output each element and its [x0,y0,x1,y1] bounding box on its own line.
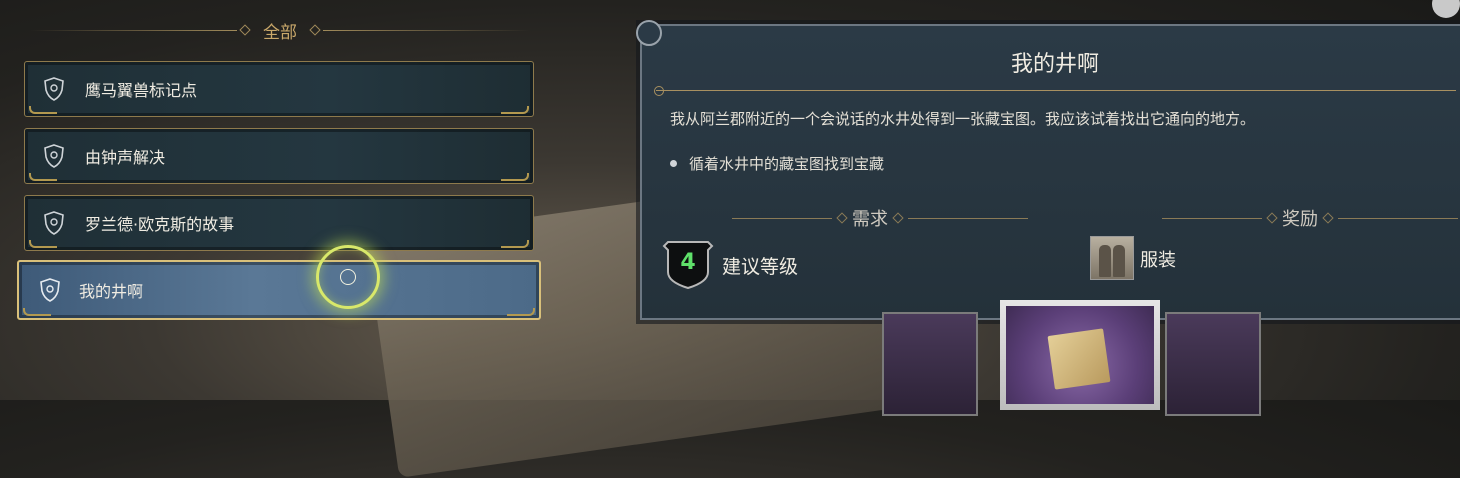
heading-ornament [1322,212,1334,224]
top-arrow-icon [1432,0,1460,18]
objective-bullet-icon [670,160,677,167]
shield-icon [43,77,65,101]
header-ornament-right [309,24,321,36]
card-face [1006,306,1154,404]
list-header: 全部 [30,16,530,44]
frame-corner-ornament [29,173,57,181]
frame-corner-ornament [501,106,529,114]
objective-text: 循着水井中的藏宝图找到宝藏 [689,155,885,173]
requirements-heading: 需求 [732,206,1028,230]
quest-item-label: 由钟声解决 [85,148,166,167]
frame-corner-ornament [29,106,57,114]
quest-item-tale-of-rowland-oakes[interactable]: 罗兰德·欧克斯的故事 [24,195,534,251]
quest-item-label: 鹰马翼兽标记点 [85,81,198,100]
cursor-ring-icon [316,245,380,309]
shield-icon [43,211,65,235]
heading-ornament [836,212,848,224]
quest-objective: 循着水井中的藏宝图找到宝藏 [670,153,884,174]
heading-divider [732,217,832,219]
outfit-figure-icon [1099,245,1111,277]
quest-item-hippogriff-markers[interactable]: 鹰马翼兽标记点 [24,61,534,117]
header-divider-right [323,29,530,31]
heading-divider [1162,217,1262,219]
card-right [1165,312,1261,416]
quest-title: 我的井啊 [1010,52,1099,77]
frame-corner-ornament [23,308,51,316]
quest-description: 我从阿兰郡附近的一个会说话的水井处得到一张藏宝图。我应该试着找出它通向的地方。 [670,110,1256,128]
reward-label: 服装 [1140,250,1176,271]
quest-item-label: 罗兰德·欧克斯的故事 [85,215,235,234]
quest-item-label: 我的井啊 [79,282,144,301]
frame-corner-ornament [29,240,57,248]
outfit-figure-icon [1113,245,1125,277]
cursor-center-icon [340,269,356,285]
treasure-map-icon [1047,328,1111,390]
rewards-heading: 奖励 [1162,206,1458,230]
requirements-heading-text: 需求 [852,209,888,230]
shield-icon [39,278,61,302]
recommended-level-label: 建议等级 [722,256,799,278]
heading-ornament [892,212,904,224]
header-divider-left [30,29,237,31]
reward-outfit-thumbnail [1090,236,1134,280]
heading-divider [1338,217,1458,219]
frame-corner-ornament [501,240,529,248]
frame-corner-ornament [507,308,535,316]
card-left [882,312,978,416]
frame-corner-ornament [501,173,529,181]
title-divider [654,86,1456,96]
heading-divider [908,217,1028,219]
panel-corner-ornament [636,20,662,46]
heading-ornament [1266,212,1278,224]
quest-detail-panel: 我的井啊 我从阿兰郡附近的一个会说话的水井处得到一张藏宝图。我应该试着找出它通向… [636,20,1460,320]
list-header-title[interactable]: 全部 [253,18,307,43]
quest-item-well-well-well[interactable]: 我的井啊 [17,260,541,320]
quest-item-solved-by-the-bell[interactable]: 由钟声解决 [24,128,534,184]
shield-icon [43,144,65,168]
rewards-heading-text: 奖励 [1282,209,1318,230]
treasure-map-card [1000,300,1160,410]
header-ornament-left [239,24,251,36]
recommended-level-value: 4 [680,250,696,275]
